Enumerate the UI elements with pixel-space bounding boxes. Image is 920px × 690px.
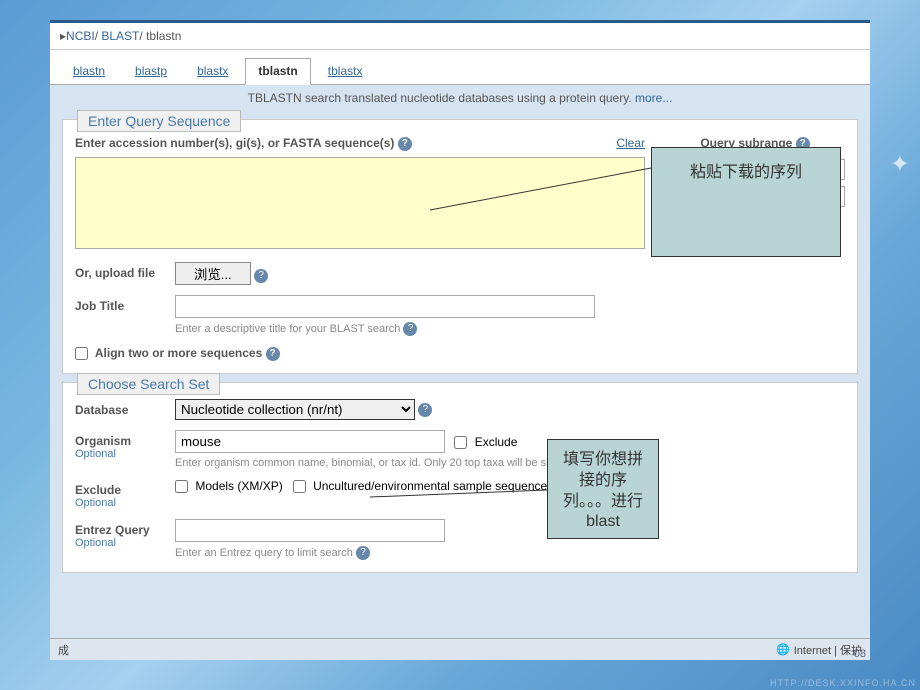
exclude-models-label: Models (XM/XP) (195, 479, 282, 493)
database-label: Database (75, 399, 175, 417)
description-text: TBLASTN search translated nucleotide dat… (248, 91, 632, 105)
align-row: Align two or more sequences ? (75, 346, 845, 361)
tab-tblastn[interactable]: tblastn (245, 58, 310, 85)
organism-input[interactable] (175, 430, 445, 453)
breadcrumb-blast[interactable]: BLAST (101, 29, 139, 43)
annotation-fill: 填写你想拼接的序列。。。进行blast (547, 439, 659, 539)
main-panel: ▸NCBI/ BLAST/ tblastn blastn blastp blas… (50, 20, 870, 660)
blast-tabs: blastn blastp blastx tblastn tblastx (50, 50, 870, 85)
tab-blastp[interactable]: blastp (122, 58, 180, 84)
globe-icon: 🌐 (776, 643, 790, 656)
help-icon[interactable]: ? (418, 403, 432, 417)
search-set-legend: Choose Search Set (77, 373, 220, 395)
status-bar: 成 🌐 Internet | 保护 (50, 638, 870, 660)
exclude-uncultured-label: Uncultured/environmental sample sequence… (313, 479, 553, 493)
help-icon[interactable]: ? (403, 322, 417, 336)
entrez-input[interactable] (175, 519, 445, 542)
job-title-hint: Enter a descriptive title for your BLAST… (175, 322, 845, 336)
exclude-label: Exclude Optional (75, 479, 175, 509)
status-internet: Internet | 保护 (794, 642, 862, 658)
search-set-fieldset: Choose Search Set Database Nucleotide co… (62, 382, 858, 573)
help-icon[interactable]: ? (356, 546, 370, 560)
job-title-input[interactable] (175, 295, 595, 318)
breadcrumb: ▸NCBI/ BLAST/ tblastn (50, 23, 870, 50)
breadcrumb-current: tblastn (146, 29, 181, 43)
description-bar: TBLASTN search translated nucleotide dat… (50, 85, 870, 111)
exclude-uncultured-checkbox[interactable] (293, 480, 306, 493)
breadcrumb-ncbi[interactable]: NCBI (66, 29, 95, 43)
help-icon[interactable]: ? (398, 137, 412, 151)
help-icon[interactable]: ? (254, 269, 268, 283)
annotation-paste: 粘贴下载的序列 (651, 147, 841, 257)
tab-tblastx[interactable]: tblastx (315, 58, 376, 84)
align-checkbox[interactable] (75, 347, 88, 360)
organism-exclude-label: Exclude (475, 435, 518, 449)
entrez-hint: Enter an Entrez query to limit search ? (175, 546, 845, 560)
watermark: HTTP://DESK.XXINFO.HA.CN (770, 678, 916, 688)
query-input-label: Enter accession number(s), gi(s), or FAS… (75, 136, 412, 151)
help-icon[interactable]: ? (266, 347, 280, 361)
corner-number: 08 (854, 648, 866, 660)
entrez-label: Entrez Query Optional (75, 519, 175, 549)
organism-hint: Enter organism common name, binomial, or… (175, 457, 845, 469)
organism-label: Organism Optional (75, 430, 175, 460)
align-label: Align two or more sequences (95, 346, 262, 360)
browse-button[interactable]: 浏览... (175, 262, 251, 285)
exclude-models-checkbox[interactable] (175, 480, 188, 493)
job-title-label: Job Title (75, 295, 175, 313)
status-left: 成 (58, 642, 69, 658)
tab-blastn[interactable]: blastn (60, 58, 118, 84)
upload-label: Or, upload file (75, 262, 175, 280)
bg-bird-icon: ✦ (890, 150, 910, 179)
organism-exclude-checkbox[interactable] (454, 436, 467, 449)
query-textarea[interactable] (75, 157, 645, 249)
clear-link[interactable]: Clear (616, 136, 645, 151)
more-link[interactable]: more... (635, 91, 672, 105)
query-legend: Enter Query Sequence (77, 110, 241, 132)
tab-blastx[interactable]: blastx (184, 58, 241, 84)
database-select[interactable]: Nucleotide collection (nr/nt) (175, 399, 415, 420)
